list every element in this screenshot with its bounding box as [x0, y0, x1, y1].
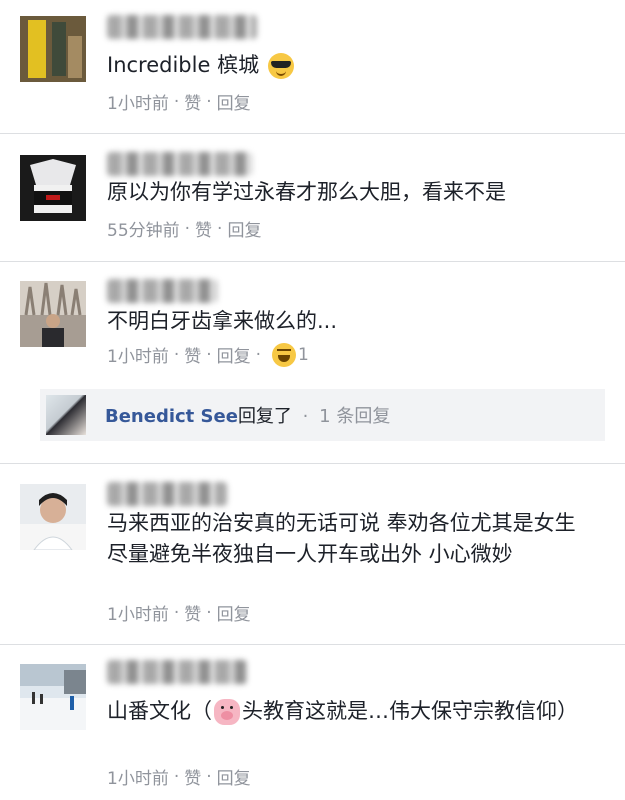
comment-text: 原以为你有学过永春才那么大胆，看来不是: [107, 180, 506, 204]
divider: [0, 644, 625, 645]
comment-text: 山番文化（ 头教育这就是…伟大保守宗教信仰）: [107, 699, 578, 725]
comment-meta: 1小时前 · 赞 · 回复: [107, 600, 251, 626]
timestamp: 1小时前: [107, 769, 169, 789]
commenter-name-redacted[interactable]: [107, 279, 217, 303]
commenter-name-redacted[interactable]: [107, 15, 257, 39]
comment-meta: 55分钟前 · 赞 · 回复: [107, 216, 261, 242]
view-replies-bar[interactable]: Benedict See回复了 · 1 条回复: [40, 389, 605, 441]
reply-summary[interactable]: Benedict See回复了 · 1 条回复: [105, 402, 390, 428]
separator: ·: [173, 766, 180, 787]
pig-face-icon: [214, 699, 240, 725]
like-link[interactable]: 赞: [184, 600, 201, 625]
like-link[interactable]: 赞: [184, 764, 201, 789]
timestamp: 1小时前: [107, 94, 169, 114]
separator: ·: [255, 344, 262, 365]
smiling-face-with-sunglasses-icon: [267, 53, 294, 79]
laughing-face-icon[interactable]: [272, 342, 297, 367]
commenter-name-redacted[interactable]: [107, 152, 252, 176]
reply-author-name[interactable]: Benedict See: [105, 406, 238, 427]
like-link[interactable]: 赞: [195, 216, 212, 241]
comment-text: 马来西亚的治安真的无话可说 奉劝各位尤其是女生 尽量避免半夜独自一人开车或出外 …: [107, 511, 576, 566]
like-link[interactable]: 赞: [184, 342, 201, 367]
separator: ·: [206, 602, 212, 623]
reply-link[interactable]: 回复: [217, 764, 251, 789]
separator: ·: [217, 218, 223, 239]
reply-verb: 回复了: [237, 406, 292, 427]
avatar[interactable]: [20, 155, 86, 221]
reply-link[interactable]: 回复: [217, 600, 251, 625]
comment-meta: 1小时前 · 赞 · 回复 · 1: [107, 342, 309, 367]
separator: ·: [184, 218, 191, 239]
reply-link[interactable]: 回复: [227, 216, 261, 241]
timestamp: 1小时前: [107, 605, 169, 625]
avatar[interactable]: [20, 664, 86, 730]
comment-text: 不明白牙齿拿来做么的...: [107, 309, 338, 333]
separator: ·: [173, 344, 180, 365]
comment-meta: 1小时前 · 赞 · 回复: [107, 764, 251, 790]
divider: [0, 133, 625, 134]
avatar[interactable]: [20, 16, 86, 82]
avatar[interactable]: [20, 281, 86, 347]
like-link[interactable]: 赞: [184, 89, 201, 114]
commenter-name-redacted[interactable]: [107, 482, 227, 506]
avatar: [46, 395, 86, 435]
separator: ·: [206, 91, 212, 112]
comment-text: Incredible 槟城: [107, 50, 607, 81]
separator: ·: [302, 406, 309, 427]
separator: ·: [206, 766, 212, 787]
commenter-name-redacted[interactable]: [107, 660, 247, 684]
reaction-count[interactable]: 1: [298, 345, 309, 365]
reply-link[interactable]: 回复: [217, 342, 251, 367]
divider: [0, 261, 625, 262]
reply-count[interactable]: 1 条回复: [319, 406, 390, 427]
comment-meta: 1小时前 · 赞 · 回复: [107, 89, 251, 115]
divider: [0, 463, 625, 464]
reply-link[interactable]: 回复: [217, 89, 251, 114]
separator: ·: [173, 91, 180, 112]
timestamp: 55分钟前: [107, 221, 180, 241]
separator: ·: [173, 602, 180, 623]
separator: ·: [206, 344, 212, 365]
avatar[interactable]: [20, 484, 86, 550]
timestamp: 1小时前: [107, 347, 169, 367]
